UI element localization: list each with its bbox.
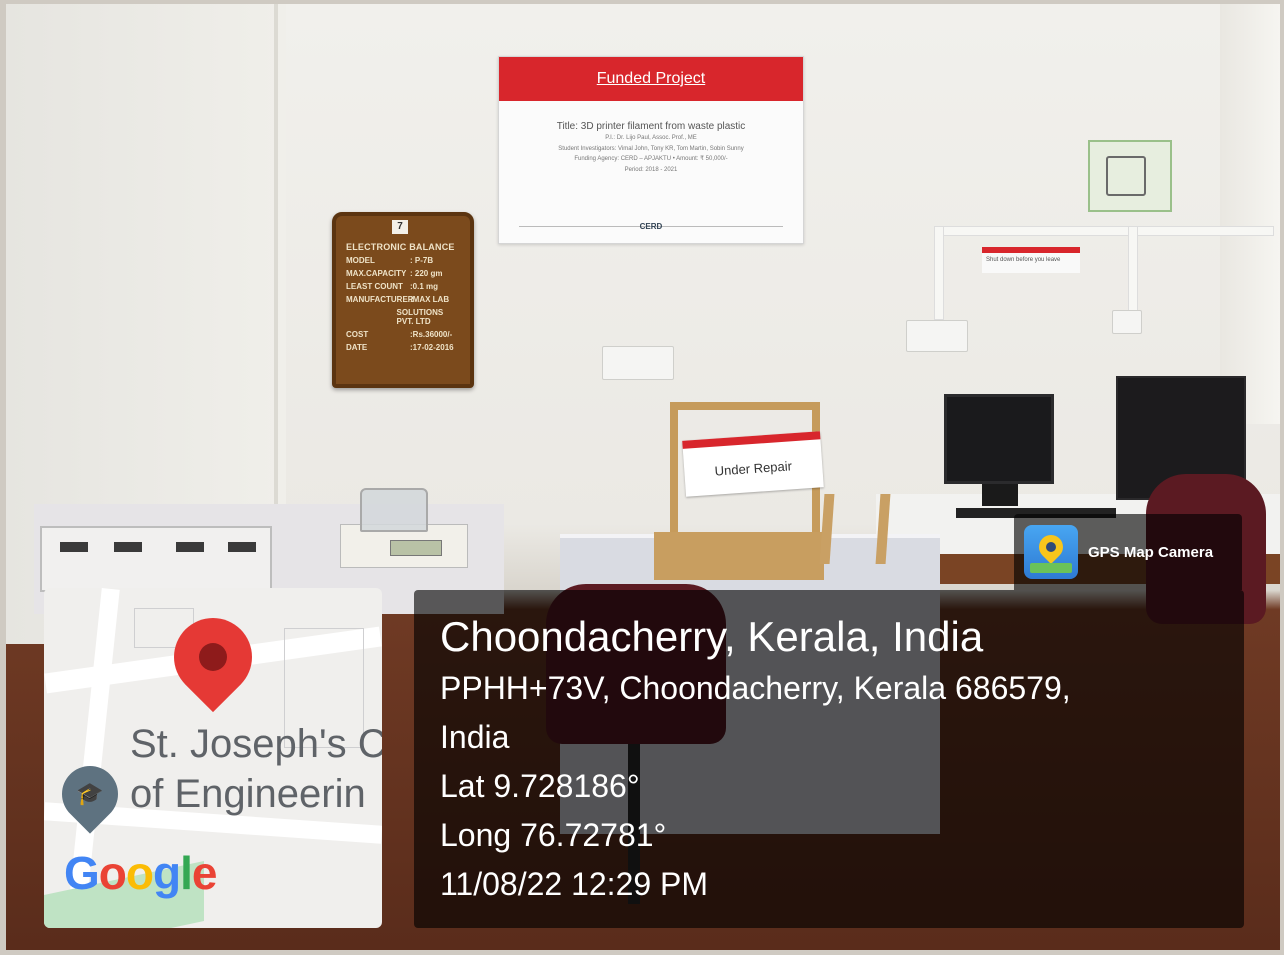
google-logo-letter: e xyxy=(191,847,218,899)
board-row: COST :Rs.36000/- xyxy=(346,330,462,339)
poster-pi: P.I.: Dr. Lijo Paul, Assoc. Prof., ME xyxy=(605,135,697,141)
poster-students: Student Investigators: Vimal John, Tony … xyxy=(558,145,744,152)
map-thumbnail: St. Joseph's C of Engineerin 🎓 Google xyxy=(44,588,382,928)
gps-camera-icon xyxy=(1024,525,1078,579)
photo-frame: Funded Project Title: 3D printer filamen… xyxy=(0,0,1284,955)
wall-conduit-vertical-2 xyxy=(1128,226,1138,316)
address-line-2: India xyxy=(440,719,510,755)
board-value: :Rs.36000/- xyxy=(410,330,453,339)
psu-display xyxy=(114,542,142,552)
board-key: DATE xyxy=(346,343,368,352)
board-key: MAX.CAPACITY xyxy=(346,269,407,278)
computer-monitor xyxy=(944,394,1054,484)
poster-agency: Funding Agency: CERD – APJAKTU • Amount:… xyxy=(574,156,728,162)
board-row: MODEL : P-7B xyxy=(346,256,462,265)
board-row: MANUFACTURER:MAX LAB xyxy=(346,295,462,304)
wall-sticker xyxy=(1088,140,1172,212)
app-icon-dot xyxy=(1046,542,1056,552)
poster-title: Title: 3D printer filament from waste pl… xyxy=(556,121,746,132)
monitor-stand xyxy=(982,484,1018,506)
board-title: ELECTRONIC BALANCE xyxy=(346,242,455,252)
board-value: :0.1 mg xyxy=(410,282,439,291)
app-name: GPS Map Camera xyxy=(1088,543,1214,561)
board-number: 7 xyxy=(392,220,408,234)
poster-heading: Funded Project xyxy=(499,57,803,101)
shutdown-sign: Shut down before you leave xyxy=(982,247,1080,273)
map-place-label-2: of Engineerin xyxy=(130,772,366,816)
google-logo-letter: o xyxy=(125,847,154,899)
board-value: : P-7B xyxy=(410,256,434,265)
app-badge: GPS Map Camera xyxy=(1014,514,1242,590)
map-place-label: St. Joseph's C xyxy=(130,722,382,766)
poster-logo: CERD xyxy=(639,222,663,231)
graduation-cap-icon: 🎓 xyxy=(76,781,104,806)
board-key xyxy=(346,308,397,326)
google-logo-letter: G xyxy=(64,847,100,899)
board-key: COST xyxy=(346,330,369,339)
filament-stand xyxy=(819,494,891,564)
google-logo-letter: o xyxy=(98,847,127,899)
board-value: SOLUTIONS PVT. LTD xyxy=(396,308,444,326)
timestamp: 11/08/22 12:29 PM xyxy=(440,866,709,902)
wall-conduit xyxy=(934,226,1274,236)
latitude: Lat 9.728186° xyxy=(440,768,640,804)
board-value: :17-02-2016 xyxy=(410,343,454,352)
google-logo-letter: g xyxy=(153,847,181,899)
location-info-panel: Choondacherry, Kerala, India PPHH+73V, C… xyxy=(414,590,1244,928)
wall-socket xyxy=(906,320,968,352)
location-title: Choondacherry, Kerala, India xyxy=(440,613,984,660)
google-logo: Google xyxy=(64,846,218,900)
psu-display xyxy=(176,542,204,552)
board-value: :MAX LAB xyxy=(410,295,450,304)
wall-socket xyxy=(1112,310,1142,334)
electronic-balance-board: 7 ELECTRONIC BALANCE MODEL : P-7B MAX.CAP… xyxy=(332,212,474,388)
board-row: LEAST COUNT :0.1 mg xyxy=(346,282,462,291)
poster-period: Period: 2018 - 2021 xyxy=(624,166,678,173)
longitude: Long 76.72781° xyxy=(440,817,667,853)
under-repair-sign: Under Repair xyxy=(682,431,824,497)
balance-screen xyxy=(390,540,442,556)
sticker-figure xyxy=(1106,156,1146,196)
power-supply-unit xyxy=(40,526,272,592)
funded-project-poster: Funded Project Title: 3D printer filamen… xyxy=(498,56,804,244)
board-row: MAX.CAPACITY: 220 gm xyxy=(346,269,462,278)
app-icon-land xyxy=(1030,563,1072,573)
board-value: : 220 gm xyxy=(410,269,443,278)
3d-printer-base xyxy=(654,532,824,580)
wall-socket xyxy=(602,346,674,380)
google-logo-letter: l xyxy=(180,847,193,899)
balance-draft-shield xyxy=(360,488,428,532)
board-key: MANUFACTURER xyxy=(346,295,414,304)
board-row: SOLUTIONS PVT. LTD xyxy=(346,308,462,326)
wall-pillar xyxy=(1220,4,1280,424)
psu-display xyxy=(60,542,88,552)
board-row: DATE :17-02-2016 xyxy=(346,343,462,352)
address-line-1: PPHH+73V, Choondacherry, Kerala 686579, xyxy=(440,670,1071,706)
wall-conduit-vertical xyxy=(934,226,944,320)
board-key: MODEL xyxy=(346,256,375,265)
board-key: LEAST COUNT xyxy=(346,282,403,291)
psu-display xyxy=(228,542,256,552)
map-pin-center xyxy=(199,643,227,671)
